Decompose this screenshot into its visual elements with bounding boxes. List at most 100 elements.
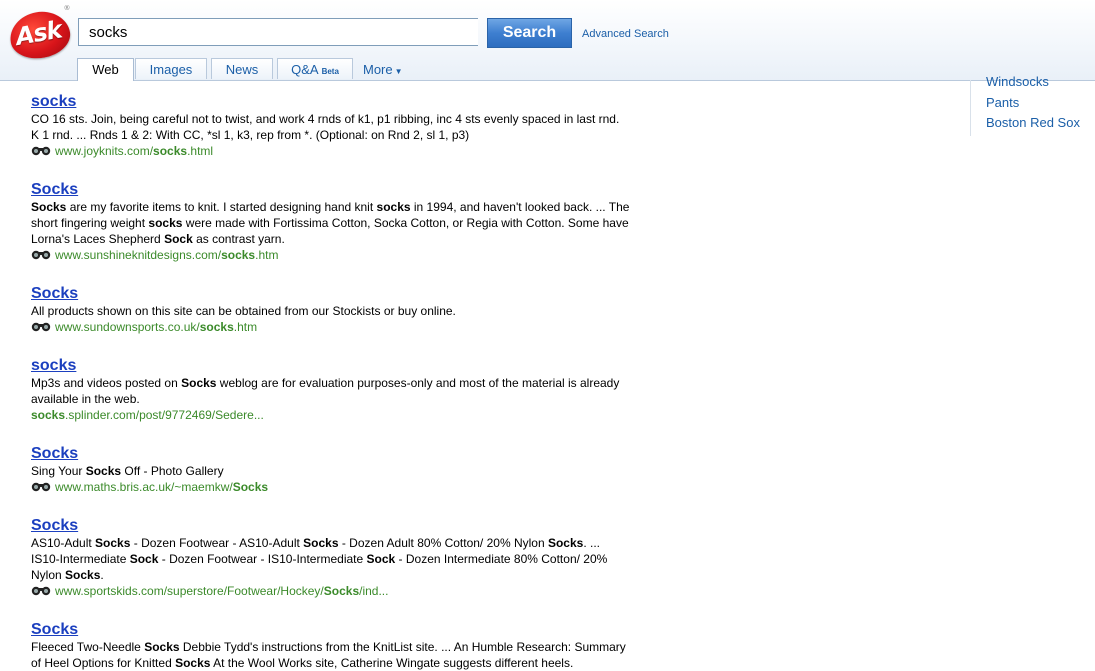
text-segment: of Heel Options for Knitted bbox=[31, 656, 176, 670]
text-segment: are my favorite items to knit. I started… bbox=[66, 200, 377, 214]
text-segment: Fleeced Two-Needle bbox=[31, 640, 145, 654]
caret-down-icon: ▼ bbox=[394, 67, 403, 76]
related-item-pants[interactable]: Pants bbox=[986, 95, 1019, 110]
tab-qa[interactable]: Q&A Beta bbox=[277, 58, 353, 79]
text-segment: AS10-Adult bbox=[31, 536, 96, 550]
text-segment: short fingering weight bbox=[31, 216, 149, 230]
text-segment: IS10-Intermediate bbox=[31, 552, 130, 566]
logo-trademark: ® bbox=[64, 4, 71, 13]
result-snippet-line: Fleeced Two-Needle Socks Debbie Tydd's i… bbox=[31, 639, 691, 655]
result-url[interactable]: www.sportskids.com/superstore/Footwear/H… bbox=[31, 583, 691, 599]
more-label: More bbox=[363, 62, 393, 77]
text-segment: .htm bbox=[233, 320, 258, 334]
text-segment: .htm bbox=[255, 248, 279, 262]
binoculars-icon[interactable] bbox=[31, 144, 51, 156]
related-searches: Windsocks Pants Boston Red Sox bbox=[970, 74, 1095, 136]
result-title-link[interactable]: Socks bbox=[31, 181, 691, 199]
text-segment: - Dozen Adult 80% Cotton/ 20% Nylon bbox=[338, 536, 548, 550]
text-segment: www.maths.bris.ac.uk/~maemkw/ bbox=[55, 480, 233, 494]
binoculars-icon[interactable] bbox=[31, 248, 51, 260]
text-segment: as contrast yarn. bbox=[192, 232, 285, 246]
tab-web-label: Web bbox=[92, 62, 119, 77]
highlighted-term: Socks bbox=[232, 480, 269, 494]
text-segment: K 1 rnd. ... Rnds 1 & 2: With CC, *sl 1,… bbox=[31, 128, 470, 142]
result-item: Socks AS10-Adult Socks - Dozen Footwear -… bbox=[31, 517, 691, 599]
text-segment: .html bbox=[187, 144, 214, 158]
result-url[interactable]: socks.splinder.com/post/9772469/Sedere..… bbox=[31, 407, 691, 423]
result-item: Socks All products shown on this site can… bbox=[31, 285, 691, 335]
binoculars-icon[interactable] bbox=[31, 480, 51, 492]
text-segment: www.sundownsports.co.uk/ bbox=[55, 320, 200, 334]
advanced-search-link[interactable]: Advanced Search bbox=[582, 28, 669, 40]
highlighted-term: Socks bbox=[144, 640, 180, 654]
result-title-link[interactable]: socks bbox=[31, 93, 691, 111]
highlighted-term: Socks bbox=[175, 656, 211, 670]
text-segment: available in the web. bbox=[31, 392, 140, 406]
text-segment: .splinder.com/post/9772469/Sedere... bbox=[65, 408, 264, 422]
highlighted-term: Sock bbox=[129, 552, 159, 566]
text-segment: in 1994, and haven't looked back. ... Th… bbox=[410, 200, 630, 214]
related-item-windsocks[interactable]: Windsocks bbox=[986, 74, 1049, 89]
result-snippet-line: Nylon Socks. bbox=[31, 567, 691, 583]
highlighted-term: socks bbox=[376, 200, 411, 214]
tab-web[interactable]: Web bbox=[77, 58, 134, 81]
result-snippet-line: Socks are my favorite items to knit. I s… bbox=[31, 199, 691, 215]
text-segment: All products shown on this site can be o… bbox=[31, 304, 456, 318]
result-snippet-line: available in the web. bbox=[31, 391, 691, 407]
result-url[interactable]: www.maths.bris.ac.uk/~maemkw/Socks bbox=[31, 479, 691, 495]
text-segment: Nylon bbox=[31, 568, 66, 582]
text-segment: - Dozen Footwear - IS10-Intermediate bbox=[158, 552, 367, 566]
result-snippet-line: All products shown on this site can be o… bbox=[31, 303, 691, 319]
result-snippet-line: Mp3s and videos posted on Socks weblog a… bbox=[31, 375, 691, 391]
result-title-link[interactable]: Socks bbox=[31, 445, 691, 463]
result-item: socks Mp3s and videos posted on Socks web… bbox=[31, 357, 691, 423]
highlighted-term: Socks bbox=[85, 464, 122, 478]
search-input[interactable] bbox=[78, 18, 478, 46]
highlighted-term: socks bbox=[31, 408, 66, 422]
text-segment: weblog are for evaluation purposes-only … bbox=[216, 376, 620, 390]
highlighted-term: socks bbox=[199, 320, 234, 334]
text-segment: www.sunshineknitdesigns.com/ bbox=[55, 248, 222, 262]
ask-logo[interactable]: Ask ® bbox=[6, 4, 74, 63]
search-button[interactable]: Search bbox=[487, 18, 572, 48]
result-url[interactable]: www.sundownsports.co.uk/socks.htm bbox=[31, 319, 691, 335]
header-bar: Ask ® Search Advanced Search Web Images … bbox=[0, 0, 1095, 81]
result-snippet-line: K 1 rnd. ... Rnds 1 & 2: With CC, *sl 1,… bbox=[31, 127, 691, 143]
result-snippet-line: AS10-Adult Socks - Dozen Footwear - AS10… bbox=[31, 535, 691, 551]
highlighted-term: Socks bbox=[547, 536, 584, 550]
result-title-link[interactable]: Socks bbox=[31, 621, 691, 639]
highlighted-term: Socks bbox=[31, 200, 67, 214]
result-title-link[interactable]: Socks bbox=[31, 285, 691, 303]
result-snippet-line: of Heel Options for Knitted Socks At the… bbox=[31, 655, 691, 671]
result-snippet-line: Sing Your Socks Off - Photo Gallery bbox=[31, 463, 691, 479]
more-menu[interactable]: More ▼ bbox=[363, 58, 403, 80]
text-segment: . ... bbox=[583, 536, 600, 550]
result-url[interactable]: www.sunshineknitdesigns.com/socks.htm bbox=[31, 247, 691, 263]
tab-news[interactable]: News bbox=[211, 58, 273, 79]
result-url[interactable]: www.joyknits.com/socks.html bbox=[31, 143, 691, 159]
result-item: Socks Fleeced Two-Needle Socks Debbie Tyd… bbox=[31, 621, 691, 671]
highlighted-term: Socks bbox=[95, 536, 131, 550]
highlighted-term: Sock bbox=[164, 232, 193, 246]
text-segment: At the Wool Works site, Catherine Wingat… bbox=[210, 656, 574, 670]
binoculars-icon[interactable] bbox=[31, 584, 51, 596]
result-item: socks CO 16 sts. Join, being careful not … bbox=[31, 93, 691, 159]
highlighted-term: Socks bbox=[65, 568, 101, 582]
text-segment: - Dozen Intermediate 80% Cotton/ 20% bbox=[395, 552, 608, 566]
highlighted-term: socks bbox=[148, 216, 183, 230]
result-title-link[interactable]: Socks bbox=[31, 517, 691, 535]
related-item-boston-red-sox[interactable]: Boston Red Sox bbox=[986, 115, 1080, 130]
result-snippet-line: Lorna's Laces Shepherd Sock as contrast … bbox=[31, 231, 691, 247]
text-segment: Off - Photo Gallery bbox=[121, 464, 224, 478]
text-segment: CO 16 sts. Join, being careful not to tw… bbox=[31, 112, 620, 126]
text-segment: /ind... bbox=[359, 584, 389, 598]
tab-news-label: News bbox=[225, 62, 259, 77]
binoculars-icon[interactable] bbox=[31, 320, 51, 332]
text-segment: Lorna's Laces Shepherd bbox=[31, 232, 165, 246]
text-segment: - Dozen Footwear - AS10-Adult bbox=[130, 536, 304, 550]
result-snippet-line: CO 16 sts. Join, being careful not to tw… bbox=[31, 111, 691, 127]
result-title-link[interactable]: socks bbox=[31, 357, 691, 375]
tab-images[interactable]: Images bbox=[135, 58, 207, 79]
tab-qa-label: Q&A bbox=[291, 62, 319, 77]
tab-images-label: Images bbox=[149, 62, 193, 77]
